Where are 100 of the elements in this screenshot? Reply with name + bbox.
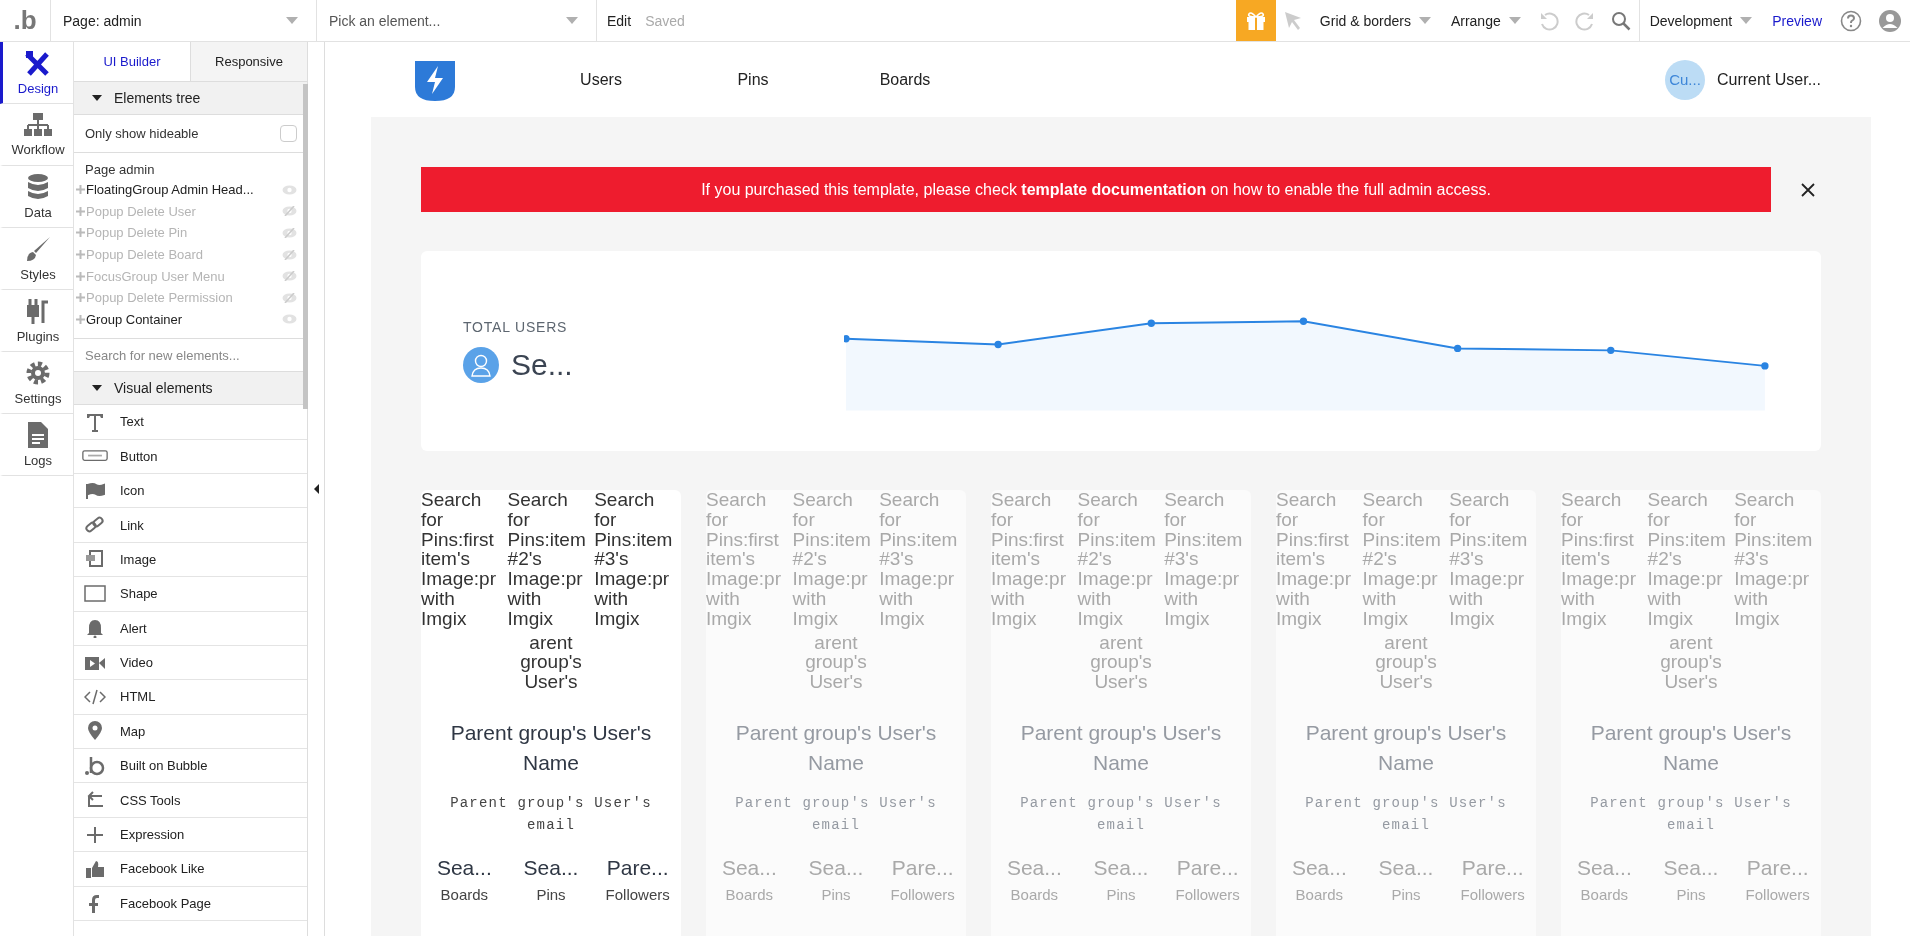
element-list-item[interactable]: Link: [120, 517, 144, 533]
close-button[interactable]: [1801, 182, 1815, 197]
stat-label: Followers: [890, 886, 955, 903]
rectangle-icon: [84, 583, 106, 604]
element-list-item[interactable]: Button: [120, 448, 158, 464]
user-email: Parent group's User's email: [1589, 794, 1793, 835]
image-placeholder-text: Search for Pins:item #3's Image:pr with Imgix: [594, 490, 674, 629]
user-icon: [470, 353, 492, 377]
data-point: [844, 335, 850, 343]
element-list-item[interactable]: Alert: [120, 620, 147, 636]
section-header[interactable]: Elements tree: [74, 82, 307, 115]
caret-icon: [1508, 17, 1521, 24]
stat-label: Boards: [1010, 886, 1059, 903]
collapse-arrow-icon[interactable]: [313, 484, 319, 494]
user-email: Parent group's User's email: [1019, 794, 1223, 835]
environment-select[interactable]: Development: [1638, 0, 1763, 41]
avatar-placeholder-text: arent group's User's: [804, 632, 868, 692]
gift-button[interactable]: [1235, 0, 1276, 41]
plus-icon[interactable]: [76, 185, 85, 195]
checkbox[interactable]: [280, 125, 297, 142]
image-placeholder-text: Search for Pins:first item's Image:pr with Imgix: [706, 490, 782, 629]
preview-link[interactable]: Preview: [1762, 0, 1832, 41]
eye-icon[interactable]: [282, 271, 297, 282]
triangle-icon: [92, 385, 102, 392]
tree-item[interactable]: FloatingGroup Admin Head...: [74, 179, 307, 201]
avatar-placeholder-text: arent group's User's: [1659, 632, 1723, 692]
element-list-item[interactable]: Expression: [120, 827, 185, 843]
element-list-item[interactable]: Video: [120, 655, 153, 671]
search-icon[interactable]: [1610, 10, 1631, 31]
eye-icon[interactable]: [282, 314, 297, 325]
account-avatar-icon[interactable]: [1878, 8, 1902, 33]
eye-icon[interactable]: [282, 184, 297, 195]
redo-icon[interactable]: [1574, 10, 1595, 31]
stat-label: Pins: [536, 886, 566, 903]
plug-icon: [25, 297, 51, 325]
data-point: [1761, 362, 1769, 370]
help-icon[interactable]: [1840, 9, 1862, 32]
element-list-item[interactable]: Map: [120, 723, 146, 739]
sidebar-tab[interactable]: Design: [0, 42, 73, 104]
plus-icon: [84, 824, 106, 845]
element-list-item[interactable]: Shape: [120, 586, 158, 602]
plus-icon[interactable]: [76, 206, 85, 216]
cursor-arrow-icon[interactable]: [1283, 10, 1302, 31]
plus-icon[interactable]: [76, 228, 85, 238]
user-email: Parent group's User's email: [449, 794, 653, 835]
panel-tab[interactable]: Responsive: [190, 42, 307, 82]
image-placeholder-text: Search for Pins:item #3's Image:pr with Imgix: [879, 490, 959, 629]
grid-borders-menu[interactable]: Grid & borders: [1309, 0, 1441, 41]
undo-icon[interactable]: [1538, 10, 1559, 31]
stat-value: Pare...: [1461, 856, 1524, 880]
stat-label: Boards: [1580, 886, 1629, 903]
eye-icon[interactable]: [282, 206, 297, 217]
eye-icon[interactable]: [282, 249, 297, 260]
stat-label: Pins: [1676, 886, 1706, 903]
element-list-item[interactable]: Icon: [120, 483, 145, 499]
nav-link[interactable]: Users: [525, 70, 677, 89]
stat-label: Pins: [821, 886, 851, 903]
stat-value: Sea...: [721, 856, 777, 880]
eye-icon[interactable]: [282, 292, 297, 303]
stat-value: Sea...: [1663, 856, 1719, 880]
tree-item[interactable]: Group Container: [74, 308, 307, 331]
nav-link[interactable]: Pins: [677, 70, 829, 89]
element-list-item[interactable]: CSS Tools: [120, 792, 181, 808]
element-list-item[interactable]: HTML: [120, 689, 156, 705]
edit-button[interactable]: Edit: [597, 0, 642, 41]
element-list-item[interactable]: Text: [120, 414, 144, 430]
stat-label: Boards: [440, 886, 489, 903]
document-icon: [27, 421, 49, 449]
image-placeholder-text: Search for Pins:first item's Image:pr with Imgix: [421, 490, 497, 629]
stat-value: Se...: [511, 348, 573, 382]
data-point: [1300, 317, 1308, 325]
data-point: [1454, 344, 1462, 353]
design-tools-icon: [24, 49, 52, 77]
arrange-menu[interactable]: Arrange: [1440, 0, 1531, 41]
tree-item[interactable]: Page admin: [74, 159, 307, 179]
plus-icon[interactable]: [76, 293, 85, 303]
plus-icon[interactable]: [76, 314, 85, 324]
nav-link[interactable]: Boards: [829, 70, 981, 89]
element-list-item[interactable]: Image: [120, 551, 157, 567]
paintbrush-icon: [24, 235, 52, 263]
plus-icon[interactable]: [76, 271, 85, 281]
image-placeholder-text: Search for Pins:item #3's Image:pr with Imgix: [1734, 490, 1814, 629]
caret-icon: [1740, 17, 1753, 24]
stat-label: Pins: [1391, 886, 1421, 903]
element-list-item[interactable]: Facebook Page: [120, 895, 212, 911]
element-list-item[interactable]: Built on Bubble: [120, 758, 208, 774]
eye-icon[interactable]: [282, 228, 297, 238]
stat-label: Boards: [725, 886, 774, 903]
stat-value: Sea...: [1006, 856, 1062, 880]
plus-icon[interactable]: [76, 250, 85, 260]
stat-label: Followers: [1460, 886, 1525, 903]
stat-label: Boards: [1295, 886, 1344, 903]
triangle-icon: [92, 95, 102, 101]
image-placeholder-text: Search for Pins:item #3's Image:pr with Imgix: [1449, 490, 1529, 629]
caret-icon: [286, 17, 298, 24]
element-list-item[interactable]: Facebook Like: [120, 861, 205, 877]
user-name: Parent group's User's Name: [449, 720, 653, 776]
stat-value: Sea...: [1093, 856, 1149, 880]
user-name[interactable]: Current User...: [1716, 70, 1821, 89]
avatar-placeholder-text: arent group's User's: [1374, 632, 1438, 692]
